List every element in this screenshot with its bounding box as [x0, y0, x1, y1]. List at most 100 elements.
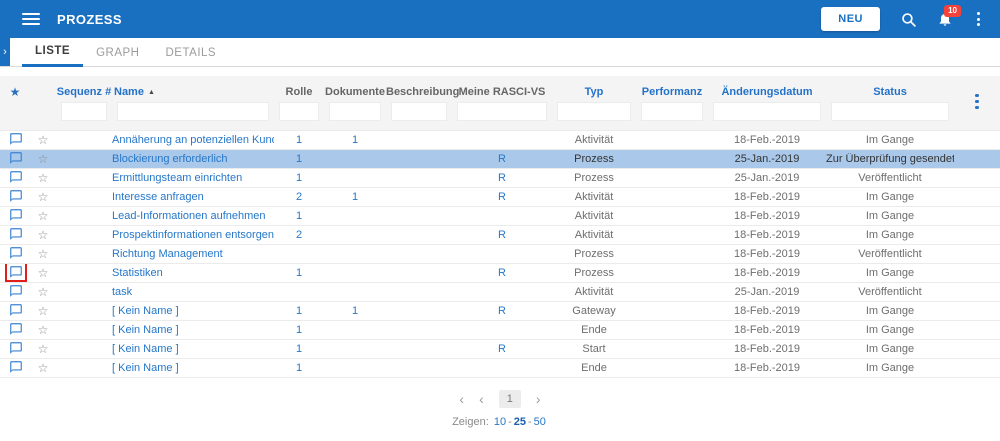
page-size-10[interactable]: 10 [494, 416, 506, 428]
comments-icon[interactable] [7, 340, 25, 356]
favorite-star-icon[interactable]: ☆ [30, 191, 56, 203]
filter-aenderungsdatum-input[interactable] [713, 101, 821, 121]
page-size-50[interactable]: 50 [534, 416, 546, 428]
filter-dokumente-input[interactable] [329, 101, 381, 121]
cell-aenderungsdatum: 18-Feb.-2019 [733, 134, 801, 146]
favorite-star-icon[interactable]: ☆ [30, 305, 56, 317]
row-name-link[interactable]: Richtung Management [112, 248, 223, 260]
row-name-link[interactable]: Interesse anfragen [112, 191, 204, 203]
filter-rolle-input[interactable] [279, 101, 319, 121]
filter-performanz-input[interactable] [641, 101, 703, 121]
filter-status-input[interactable] [831, 101, 949, 121]
cell-name: Blockierung erforderlich [112, 153, 274, 165]
tab-details[interactable]: DETAILS [153, 38, 230, 67]
row-name-link[interactable]: [ Kein Name ] [112, 305, 179, 317]
favorite-star-icon[interactable]: ☆ [30, 229, 56, 241]
row-name-link[interactable]: task [112, 286, 132, 298]
cell-name: Richtung Management [112, 248, 274, 260]
favorite-star-icon[interactable]: ☆ [30, 286, 56, 298]
table-row[interactable]: ☆ [ Kein Name ] 1 1 R Gateway 18-Feb.-20… [0, 302, 1000, 321]
row-name-link[interactable]: [ Kein Name ] [112, 324, 179, 336]
notifications-bell-icon[interactable]: 10 [937, 5, 961, 27]
overflow-menu-icon[interactable] [973, 10, 984, 28]
table-row[interactable]: ☆ Ermittlungsteam einrichten 1 R Prozess… [0, 169, 1000, 188]
column-header-aenderungsdatum[interactable]: Änderungsdatum [708, 86, 826, 98]
page-size-label: Zeigen: [452, 416, 489, 428]
column-header-status[interactable]: Status [826, 86, 954, 98]
cell-rasci: R [498, 267, 506, 279]
first-page-icon[interactable]: ‹ [459, 392, 464, 406]
comments-icon[interactable] [7, 169, 25, 185]
comments-icon[interactable] [7, 359, 25, 375]
comments-icon[interactable] [7, 302, 25, 318]
column-header-sequenz[interactable]: Sequenz # [56, 86, 112, 98]
filter-beschreibung-input[interactable] [391, 101, 447, 121]
page-size-25[interactable]: 25 [514, 416, 526, 428]
sidebar-expand-icon[interactable]: › [0, 38, 10, 66]
row-name-link[interactable]: Ermittlungsteam einrichten [112, 172, 242, 184]
comments-icon[interactable] [7, 131, 25, 147]
row-name-link[interactable]: Lead-Informationen aufnehmen [112, 210, 266, 222]
table-row[interactable]: ☆ Interesse anfragen 2 1 R Aktivität 18-… [0, 188, 1000, 207]
row-name-link[interactable]: [ Kein Name ] [112, 343, 179, 355]
filter-typ-input[interactable] [557, 101, 631, 121]
table-row[interactable]: ☆ [ Kein Name ] 1 R Start 18-Feb.-2019 I… [0, 340, 1000, 359]
cell-rolle: 1 [295, 324, 303, 336]
current-page[interactable]: 1 [498, 390, 521, 408]
search-icon[interactable] [900, 11, 917, 28]
column-header-dokumente[interactable]: Dokumente [324, 86, 386, 98]
column-header-beschreibung[interactable]: Beschreibung [386, 86, 459, 98]
favorite-star-icon[interactable]: ☆ [30, 172, 56, 184]
comments-icon[interactable] [7, 283, 25, 299]
cell-typ: Prozess [574, 248, 614, 260]
table-row[interactable]: ☆ Annäherung an potenziellen Kunden 1 1 … [0, 131, 1000, 150]
table-row[interactable]: ☆ Lead-Informationen aufnehmen 1 Aktivit… [0, 207, 1000, 226]
row-name-link[interactable]: Blockierung erforderlich [112, 153, 228, 165]
row-name-link[interactable]: Annäherung an potenziellen Kunden [112, 134, 274, 146]
comments-icon[interactable] [7, 245, 25, 261]
favorite-star-icon[interactable]: ☆ [30, 267, 56, 279]
favorite-star-icon[interactable]: ☆ [30, 134, 56, 146]
favorite-star-icon[interactable]: ☆ [30, 210, 56, 222]
column-header-name[interactable]: Name ▲ [112, 86, 274, 98]
column-header-typ[interactable]: Typ [552, 86, 636, 98]
table-row[interactable]: ☆ [ Kein Name ] 1 Ende 18-Feb.-2019 Im G… [0, 321, 1000, 340]
column-header-performanz[interactable]: Performanz [636, 86, 708, 98]
next-page-icon[interactable]: › [536, 392, 541, 406]
app-bar: PROZESS NEU 10 [0, 0, 1000, 38]
comments-icon[interactable] [5, 264, 27, 282]
column-header-rolle[interactable]: Rolle [274, 86, 324, 98]
favorite-star-icon[interactable]: ☆ [30, 248, 56, 260]
comments-icon[interactable] [7, 207, 25, 223]
cell-aenderungsdatum: 18-Feb.-2019 [733, 267, 801, 279]
tab-graph[interactable]: GRAPH [83, 38, 152, 67]
filter-name-input[interactable] [117, 101, 269, 121]
comments-icon[interactable] [7, 150, 25, 166]
menu-icon[interactable] [22, 13, 40, 25]
filter-sequenz-input[interactable] [61, 101, 107, 121]
favorite-header-star-icon[interactable]: ★ [0, 85, 30, 99]
favorite-star-icon[interactable]: ☆ [30, 343, 56, 355]
comments-icon[interactable] [7, 321, 25, 337]
row-name-link[interactable]: Prospektinformationen entsorgen [112, 229, 274, 241]
previous-page-icon[interactable]: ‹ [479, 392, 484, 406]
table-row[interactable]: ☆ Richtung Management Prozess 18-Feb.-20… [0, 245, 1000, 264]
table-row[interactable]: ☆ Statistiken 1 R Prozess 18-Feb.-2019 I… [0, 264, 1000, 283]
table-row[interactable]: ☆ task Aktivität 25-Jan.-2019 Veröffentl… [0, 283, 1000, 302]
tab-liste[interactable]: LISTE [22, 38, 84, 67]
table-row[interactable]: ☆ [ Kein Name ] 1 Ende 18-Feb.-2019 Im G… [0, 359, 1000, 378]
filter-rasci-input[interactable] [457, 101, 547, 121]
favorite-star-icon[interactable]: ☆ [30, 153, 56, 165]
table-row[interactable]: ☆ Blockierung erforderlich 1 R Prozess 2… [0, 150, 1000, 169]
favorite-star-icon[interactable]: ☆ [30, 362, 56, 374]
row-name-link[interactable]: Statistiken [112, 267, 163, 279]
favorite-star-icon[interactable]: ☆ [30, 324, 56, 336]
new-button[interactable]: NEU [821, 7, 880, 31]
row-name-link[interactable]: [ Kein Name ] [112, 362, 179, 374]
column-options-icon[interactable] [954, 93, 1000, 110]
column-header-rasci[interactable]: Meine RASCI-VS [452, 86, 552, 98]
table-row[interactable]: ☆ Prospektinformationen entsorgen 2 R Ak… [0, 226, 1000, 245]
comments-icon[interactable] [7, 226, 25, 242]
cell-name: task [112, 286, 274, 298]
comments-icon[interactable] [7, 188, 25, 204]
